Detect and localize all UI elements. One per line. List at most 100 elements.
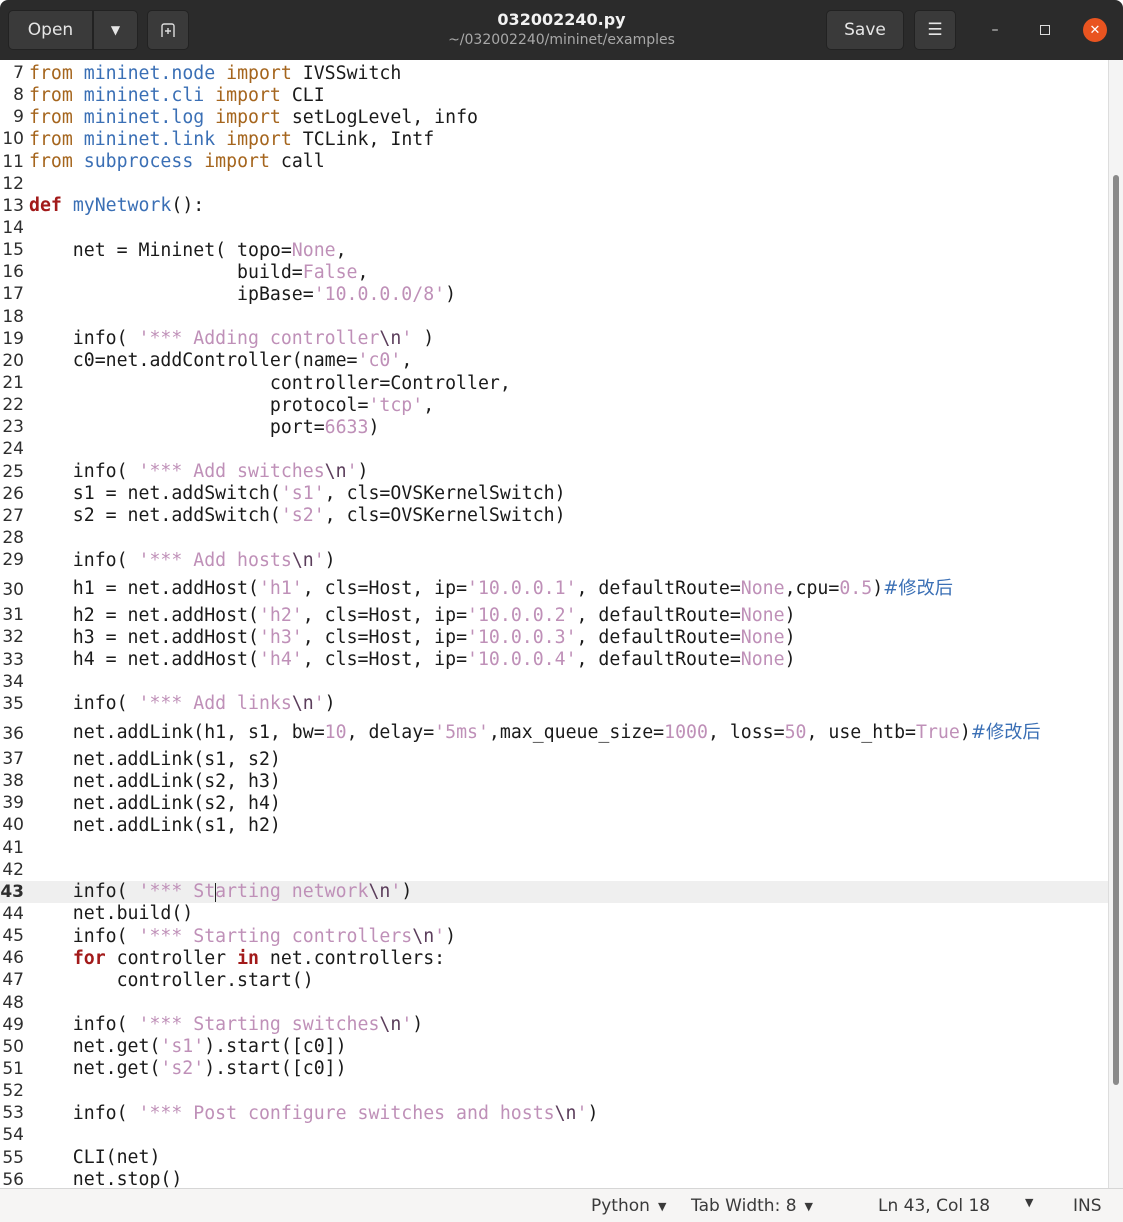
code-line[interactable]: 51 net.get('s2').start([c0]): [0, 1058, 1108, 1080]
code-line[interactable]: 9 from mininet.log import setLogLevel, in…: [0, 106, 1108, 128]
code-text: for controller in net.controllers:: [26, 948, 445, 969]
code-token: '5ms': [434, 721, 489, 743]
language-selector[interactable]: Python ▼: [591, 1196, 666, 1216]
cursor-position[interactable]: Ln 43, Col 18: [878, 1196, 990, 1216]
code-line[interactable]: 10 from mininet.link import TCLink, Intf: [0, 128, 1108, 150]
save-button[interactable]: Save: [826, 10, 904, 50]
code-line[interactable]: 29 info( '*** Add hosts\n'): [0, 549, 1108, 571]
code-line[interactable]: 8 from mininet.cli import CLI: [0, 84, 1108, 106]
code-line[interactable]: 7 from mininet.node import IVSSwitch: [0, 62, 1108, 84]
new-tab-button[interactable]: [147, 10, 189, 50]
line-number: 54: [2, 1125, 24, 1146]
line-number: 10: [2, 129, 24, 150]
code-line[interactable]: 18: [0, 306, 1108, 328]
code-line[interactable]: 42: [0, 859, 1108, 881]
code-line[interactable]: 22 protocol='tcp',: [0, 394, 1108, 416]
code-line[interactable]: 27 s2 = net.addSwitch('s2', cls=OVSKerne…: [0, 505, 1108, 527]
code-line[interactable]: 56 net.stop(): [0, 1169, 1108, 1188]
code-line[interactable]: 43 info( '*** Starting network\n'): [0, 880, 1108, 903]
code-line[interactable]: 15 net = Mininet( topo=None,: [0, 239, 1108, 261]
close-button[interactable]: ✕: [1083, 18, 1107, 42]
code-line[interactable]: 20 c0=net.addController(name='c0',: [0, 350, 1108, 372]
line-number: 48: [2, 992, 24, 1013]
code-line[interactable]: 17 ipBase='10.0.0.0/8'): [0, 283, 1108, 305]
code-line[interactable]: 28: [0, 527, 1108, 549]
open-button[interactable]: Open: [8, 10, 93, 50]
code-line[interactable]: 38 net.addLink(s2, h3): [0, 770, 1108, 792]
code-token: info(: [29, 549, 139, 571]
code-line[interactable]: 55 CLI(net): [0, 1146, 1108, 1168]
minimize-icon: –: [991, 22, 999, 38]
code-token: ): [784, 626, 796, 648]
maximize-button[interactable]: [1033, 18, 1057, 42]
code-line[interactable]: 35 info( '*** Add links\n'): [0, 693, 1108, 715]
line-number: 23: [2, 417, 24, 438]
code-line[interactable]: 41: [0, 837, 1108, 859]
code-line[interactable]: 32 h3 = net.addHost('h3', cls=Host, ip='…: [0, 626, 1108, 648]
line-number: 55: [2, 1147, 24, 1168]
code-token: build=: [29, 261, 303, 283]
menu-button[interactable]: ☰: [914, 10, 956, 50]
code-line[interactable]: 11 from subprocess import call: [0, 151, 1108, 173]
vertical-scrollbar[interactable]: [1108, 60, 1123, 1188]
code-token: net.get(: [29, 1036, 161, 1058]
code-line[interactable]: 25 info( '*** Add switches\n'): [0, 461, 1108, 483]
code-line[interactable]: 50 net.get('s1').start([c0]): [0, 1036, 1108, 1058]
code-token: mininet.log: [83, 106, 205, 128]
code-line[interactable]: 39 net.addLink(s2, h4): [0, 792, 1108, 814]
code-line[interactable]: 30 h1 = net.addHost('h1', cls=Host, ip='…: [0, 571, 1108, 604]
code-text: ipBase='10.0.0.0/8'): [26, 284, 456, 305]
tab-width-label: Tab Width: 8: [691, 1196, 797, 1216]
code-line[interactable]: 24: [0, 438, 1108, 460]
code-line[interactable]: 48: [0, 991, 1108, 1013]
scrollbar-thumb[interactable]: [1113, 175, 1119, 1085]
code-text: net = Mininet( topo=None,: [26, 240, 347, 261]
line-number: 37: [2, 749, 24, 769]
open-dropdown-button[interactable]: ▼: [93, 10, 138, 50]
minimize-button[interactable]: –: [983, 18, 1007, 42]
code-token: '*** Add links: [138, 693, 292, 715]
code-token: '10.0.0.0/8': [313, 283, 446, 305]
code-line[interactable]: 44 net.build(): [0, 903, 1108, 925]
position-dropdown[interactable]: ▼: [1025, 1196, 1033, 1209]
code-line[interactable]: 34: [0, 671, 1108, 693]
code-token: ): [401, 881, 413, 903]
code-line[interactable]: 31 h2 = net.addHost('h2', cls=Host, ip='…: [0, 604, 1108, 626]
code-line[interactable]: 12: [0, 173, 1108, 195]
tab-width-selector[interactable]: Tab Width: 8 ▼: [691, 1196, 813, 1216]
code-line[interactable]: 26 s1 = net.addSwitch('s1', cls=OVSKerne…: [0, 483, 1108, 505]
code-token: info(: [29, 693, 139, 715]
code-line[interactable]: 21 controller=Controller,: [0, 372, 1108, 394]
code-line[interactable]: 13 def myNetwork():: [0, 195, 1108, 217]
code-line[interactable]: 46 for controller in net.controllers:: [0, 947, 1108, 969]
line-number: 47: [2, 970, 24, 991]
code-line[interactable]: 19 info( '*** Adding controller\n' ): [0, 328, 1108, 350]
code-line[interactable]: 49 info( '*** Starting switches\n'): [0, 1014, 1108, 1036]
code-line[interactable]: 23 port=6633): [0, 416, 1108, 438]
code-text: net.addLink(s2, h3): [26, 771, 281, 792]
code-token: info(: [29, 328, 139, 350]
code-line[interactable]: 54: [0, 1124, 1108, 1146]
code-line[interactable]: 36 net.addLink(h1, s1, bw=10, delay='5ms…: [0, 715, 1108, 748]
new-tab-icon: [161, 23, 175, 37]
code-token: '*** Add hosts: [138, 549, 292, 571]
code-token: ): [412, 1014, 424, 1036]
code-token: ,: [423, 394, 435, 416]
line-number: 50: [2, 1036, 24, 1057]
code-token: c0=net.addController(name=: [29, 350, 358, 372]
code-line[interactable]: 14: [0, 217, 1108, 239]
code-line[interactable]: 16 build=False,: [0, 261, 1108, 283]
code-line[interactable]: 37 net.addLink(s1, s2): [0, 748, 1108, 770]
code-line[interactable]: 33 h4 = net.addHost('h4', cls=Host, ip='…: [0, 649, 1108, 671]
code-line[interactable]: 53 info( '*** Post configure switches an…: [0, 1102, 1108, 1124]
code-editor[interactable]: 7 from mininet.node import IVSSwitch 8 from…: [0, 62, 1108, 1188]
code-token: 6633: [324, 416, 369, 438]
code-token: ,cpu=: [784, 578, 840, 600]
code-line[interactable]: 40 net.addLink(s1, h2): [0, 814, 1108, 836]
code-line[interactable]: 52: [0, 1080, 1108, 1102]
code-line[interactable]: 45 info( '*** Starting controllers\n'): [0, 925, 1108, 947]
code-token: info(: [29, 1014, 139, 1036]
code-token: \n: [412, 925, 435, 947]
code-token: , defaultRoute=: [576, 604, 741, 626]
code-line[interactable]: 47 controller.start(): [0, 969, 1108, 991]
